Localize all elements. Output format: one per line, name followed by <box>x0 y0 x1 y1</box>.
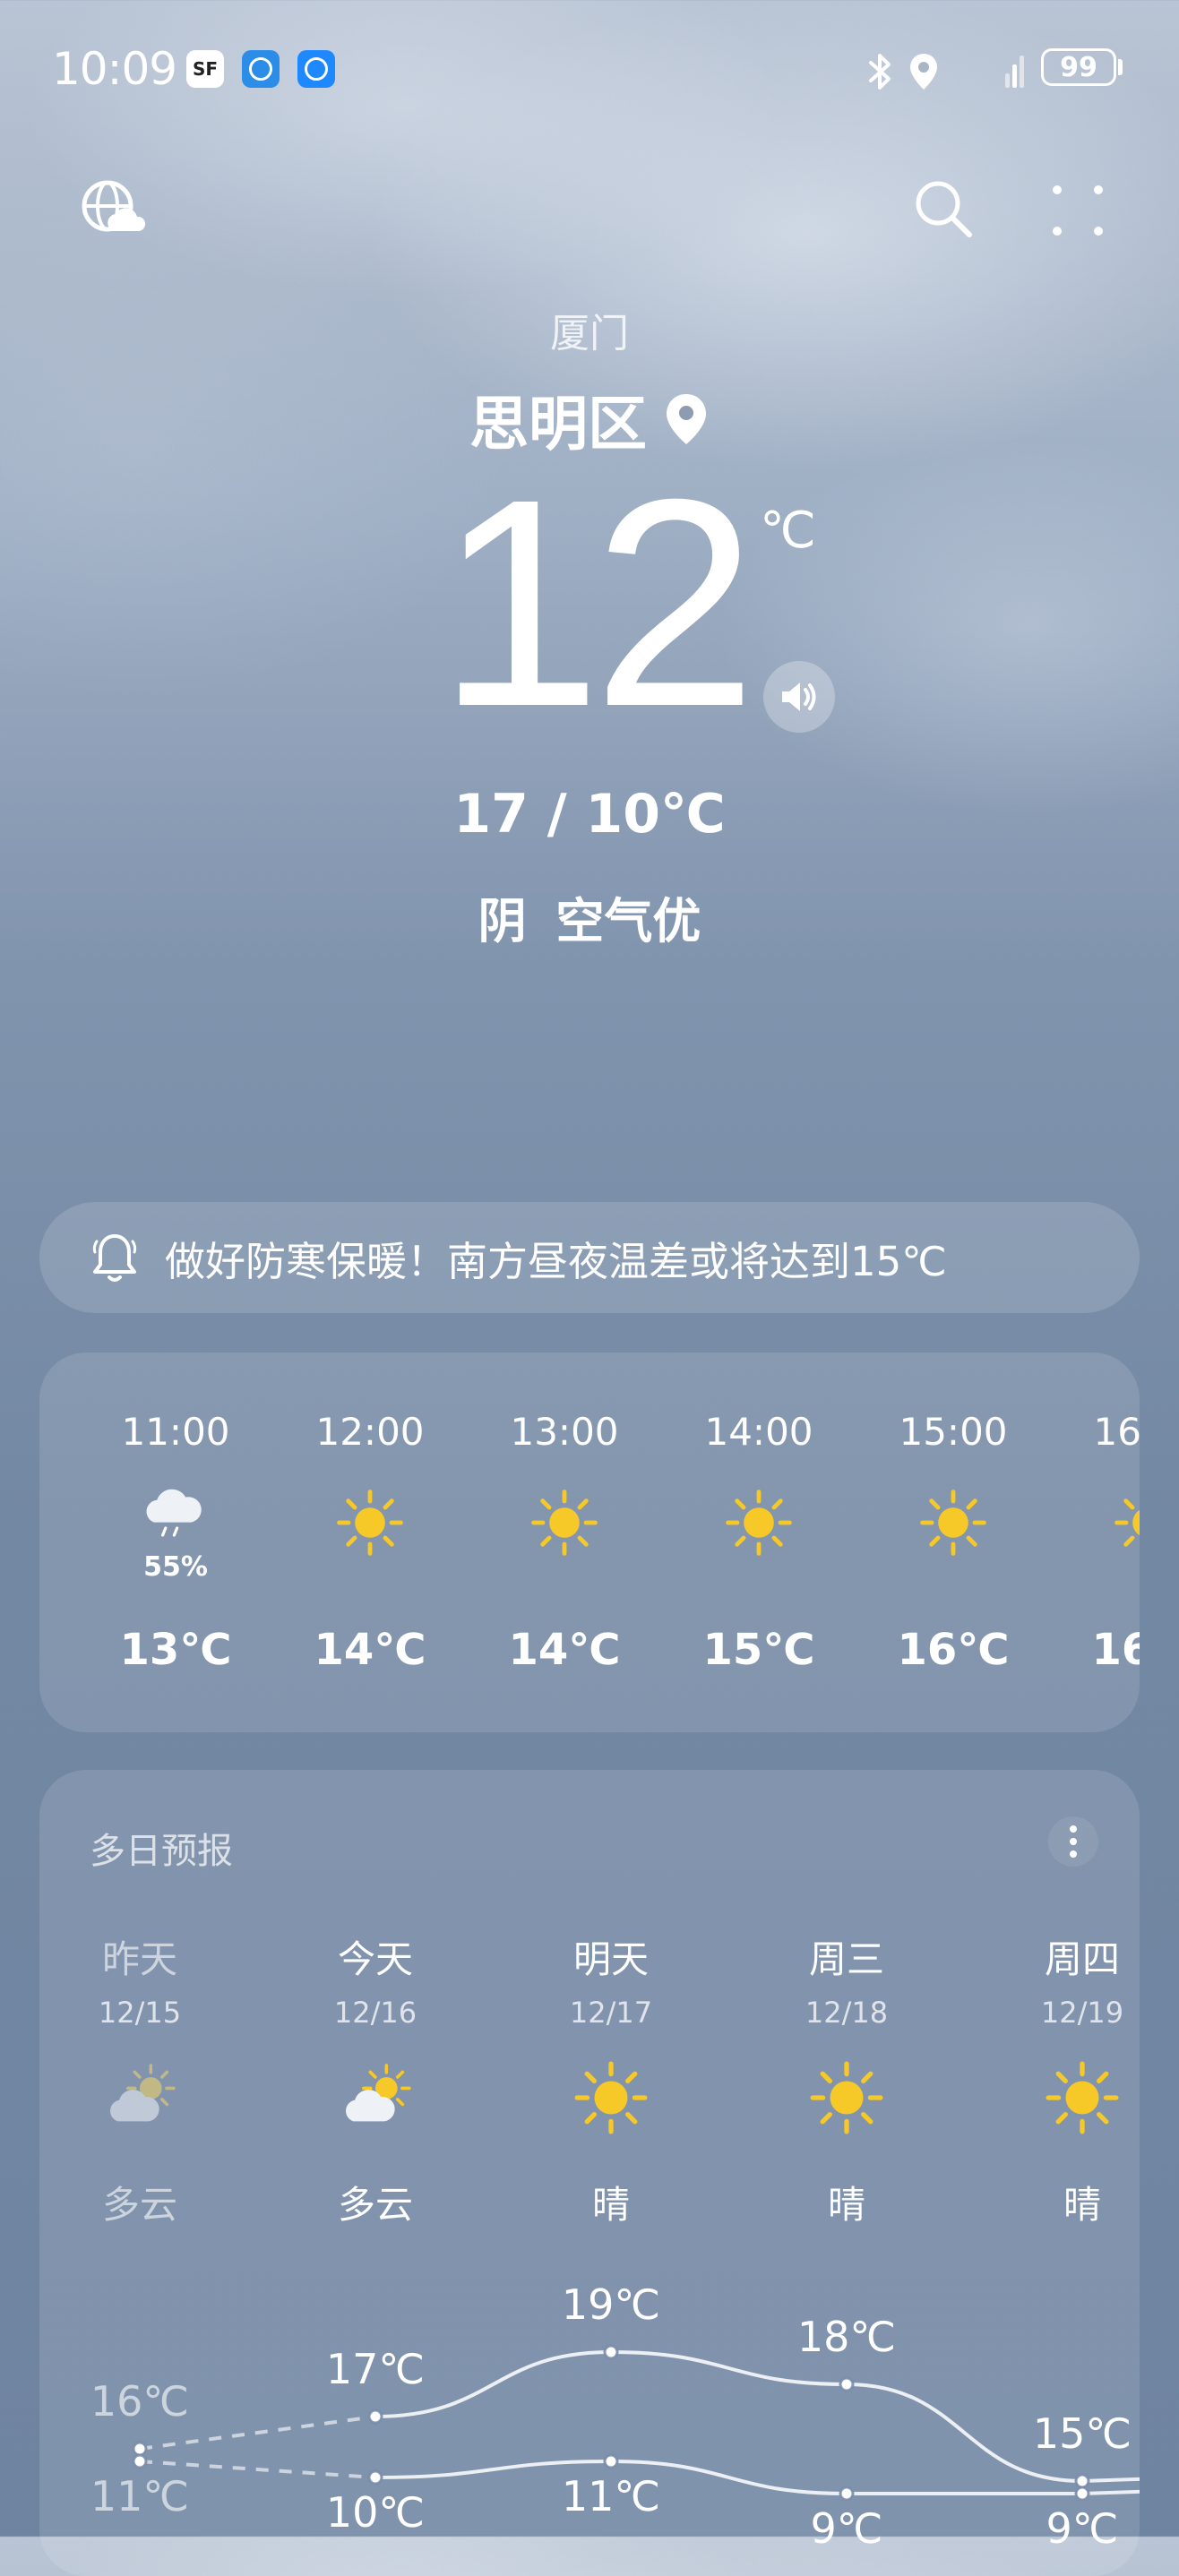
voice-broadcast-button[interactable] <box>763 661 835 733</box>
high-temperature-point <box>603 2344 619 2360</box>
hourly-temperature: 16℃ <box>1091 1625 1140 1675</box>
hourly-item[interactable]: 15:00 16℃ <box>864 1352 1043 1732</box>
low-temperature-point <box>1074 2486 1090 2502</box>
low-temperature-line <box>374 2459 1140 2495</box>
hourly-time: 12:00 <box>315 1410 425 1454</box>
low-temperature-point <box>839 2486 855 2502</box>
hourly-item[interactable]: 12:00 14℃ <box>280 1352 460 1732</box>
daily-low-label: 9℃ <box>810 2504 883 2553</box>
bell-icon <box>92 1234 137 1282</box>
daily-low-label: 9℃ <box>1046 2504 1119 2553</box>
status-time: 10:09 <box>52 43 177 95</box>
hourly-temperature: 15℃ <box>702 1625 815 1675</box>
daily-low-label: 11℃ <box>90 2472 190 2520</box>
city-name: 厦门 <box>550 311 629 356</box>
high-temperature-point <box>839 2376 855 2392</box>
battery-level: 99 <box>1060 51 1097 83</box>
precipitation-probability: 55% <box>143 1551 208 1583</box>
hourly-temperature: 14℃ <box>314 1625 426 1675</box>
condition-air-quality[interactable]: 阴 空气优 <box>0 881 1179 952</box>
hourly-temperature: 14℃ <box>508 1625 621 1675</box>
hourly-time: 13:00 <box>510 1410 619 1454</box>
hourly-item[interactable]: 11:00 55% 13℃ <box>86 1352 265 1732</box>
weather-alert-banner[interactable]: 做好防寒保暖！南方昼夜温差或将达到15℃ <box>39 1202 1140 1313</box>
hourly-time: 14:00 <box>704 1410 813 1454</box>
hourly-temperature: 13℃ <box>119 1625 232 1675</box>
daily-high-label: 18℃ <box>796 2313 897 2361</box>
battery-indicator: 99 <box>1041 48 1116 86</box>
low-temperature-point <box>367 2469 383 2486</box>
daily-high-label: 17℃ <box>325 2345 426 2393</box>
signal-icon <box>1005 56 1024 88</box>
low-temperature-point <box>132 2453 148 2469</box>
hourly-item[interactable]: 14:00 15℃ <box>669 1352 848 1732</box>
high-temperature-point <box>1074 2473 1090 2489</box>
sun-icon <box>723 1487 795 1558</box>
daily-high-label: 16℃ <box>90 2377 190 2426</box>
high-temperature-point <box>132 2441 148 2457</box>
daily-high-label: 19℃ <box>561 2280 661 2329</box>
today-temp-range: 17 / 10℃ <box>453 783 726 846</box>
battery-nub <box>1118 59 1123 75</box>
high-temperature-point <box>367 2409 383 2425</box>
search-icon[interactable] <box>910 176 977 242</box>
hourly-temperature: 16℃ <box>897 1625 1010 1675</box>
hourly-time: 11:00 <box>121 1410 230 1454</box>
temperature-unit: ℃ <box>760 502 816 560</box>
daily-low-label: 11℃ <box>561 2472 661 2520</box>
low-temperature-point <box>603 2453 619 2469</box>
hourly-time: 15:00 <box>899 1410 1008 1454</box>
sun-icon <box>1112 1487 1140 1558</box>
sun-icon <box>334 1487 406 1558</box>
hourly-item[interactable]: 16:00 16℃ <box>1058 1352 1140 1732</box>
alert-text: 做好防寒保暖！南方昼夜温差或将达到15℃ <box>165 1237 947 1285</box>
daily-low-label: 10℃ <box>325 2488 426 2537</box>
sf-express-icon: SF <box>186 50 224 88</box>
bluetooth-icon <box>869 54 891 90</box>
speaker-icon <box>782 683 816 711</box>
rain-cloud-icon <box>140 1478 211 1550</box>
multi-day-forecast-card[interactable]: 多日预报 昨天 12/15 多云 今天 12/16 多云 明天 12/17 晴周三 12/18 晴周… <box>39 1770 1140 2576</box>
city-manage-globe-icon[interactable] <box>79 177 147 245</box>
hourly-forecast-card[interactable]: 11:00 55% 13℃ 12:00 14℃ 13:00 14℃ 14:00 15℃ 15:0… <box>39 1352 1140 1732</box>
current-temperature: 12 <box>437 437 757 768</box>
hourly-item[interactable]: 13:00 14℃ <box>475 1352 654 1732</box>
weather-app-icon <box>297 50 335 88</box>
more-options-icon[interactable] <box>1050 183 1106 238</box>
hourly-time: 16:00 <box>1093 1410 1140 1454</box>
sun-icon <box>917 1487 989 1558</box>
paper-plane-app-icon <box>242 50 280 88</box>
temperature-trend-chart <box>132 2344 1140 2502</box>
location-status-icon <box>910 54 937 90</box>
daily-high-label: 15℃ <box>1032 2409 1132 2458</box>
sun-icon <box>529 1487 600 1558</box>
